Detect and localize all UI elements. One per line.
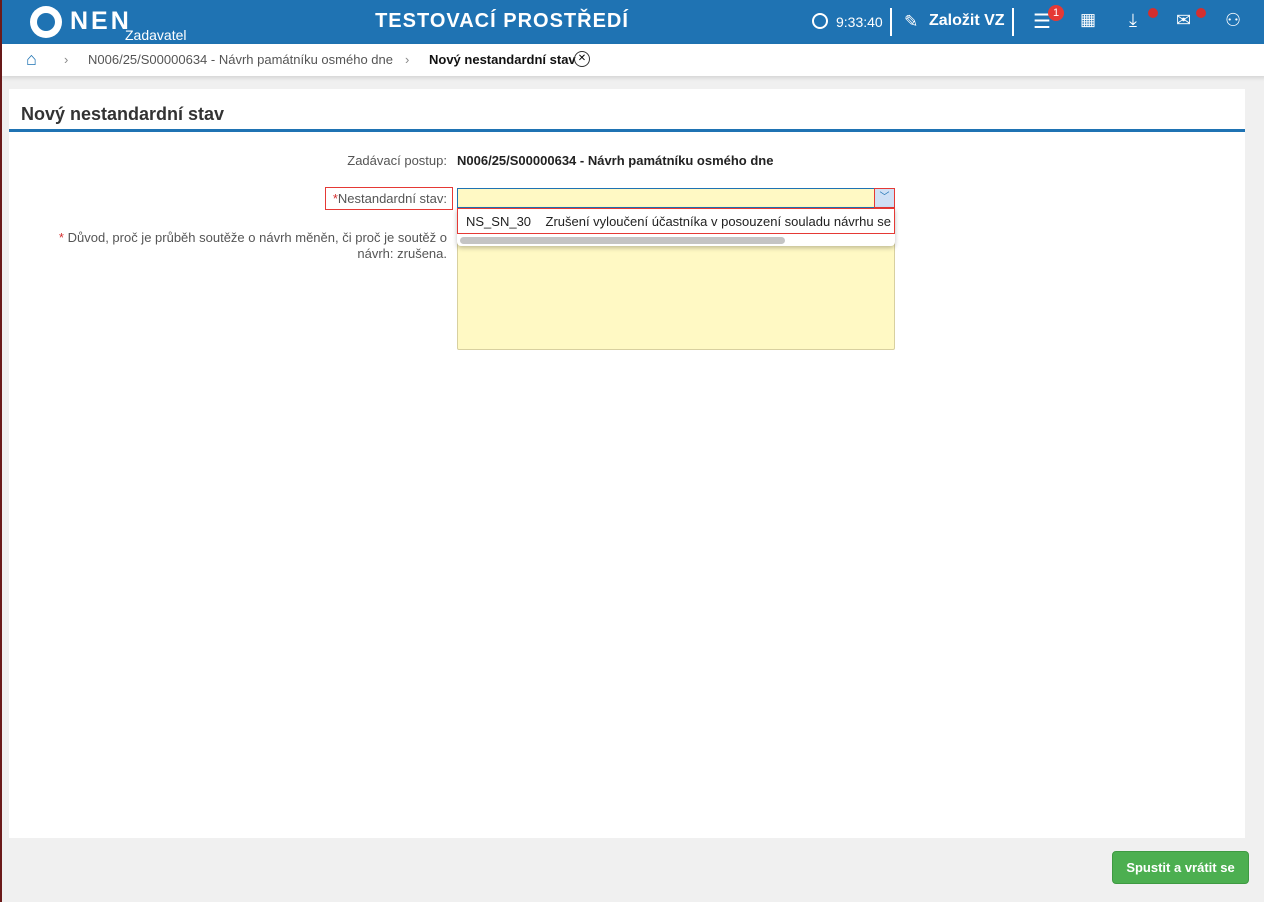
dropdown-option[interactable]: NS_SN_30 Zrušení vyloučení účastníka v p… (457, 208, 895, 234)
user-icon[interactable]: ⚇ (1225, 10, 1241, 31)
chevron-right-icon: › (405, 52, 410, 67)
create-vz-button[interactable]: Založit VZ (929, 12, 1005, 30)
procedure-value: N006/25/S00000634 - Návrh památníku osmé… (457, 153, 774, 168)
divider (1012, 8, 1014, 36)
reason-label: * Důvod, proč je průběh soutěže o návrh … (29, 230, 447, 262)
submit-and-return-button[interactable]: Spustit a vrátit se (1112, 851, 1249, 884)
edit-icon[interactable]: ✎ (904, 12, 918, 32)
breadcrumb: ⌂ › N006/25/S00000634 - Návrh památníku … (2, 44, 1264, 76)
state-label: *Nestandardní stav: (325, 187, 453, 210)
page-title: Nový nestandardní stav (21, 104, 225, 124)
top-bar: NEN Zadavatel TESTOVACÍ PROSTŘEDÍ 9:33:4… (2, 0, 1264, 44)
session-time: 9:33:40 (836, 14, 883, 30)
mail-icon[interactable]: ✉ (1176, 10, 1191, 31)
calendar-icon[interactable]: ▦ (1080, 10, 1096, 30)
breadcrumb-current: Nový nestandardní stav (429, 52, 576, 67)
reason-textarea[interactable] (457, 239, 895, 350)
download-dot (1148, 8, 1158, 18)
option-code: NS_SN_30 (466, 214, 532, 229)
divider (890, 8, 892, 36)
form-panel: Nový nestandardní stav Zadávací postup: … (9, 89, 1245, 838)
reason-label-text: Důvod, proč je průběh soutěže o návrh mě… (67, 230, 447, 261)
horizontal-scrollbar[interactable] (460, 237, 785, 244)
state-label-text: Nestandardní stav: (337, 191, 447, 206)
home-icon[interactable]: ⌂ (26, 49, 37, 70)
clock-icon (812, 13, 828, 29)
mail-dot (1196, 8, 1206, 18)
chevron-down-icon[interactable]: ﹀ (874, 188, 895, 208)
breadcrumb-procedure[interactable]: N006/25/S00000634 - Návrh památníku osmé… (88, 52, 393, 67)
title-underline (9, 129, 1245, 132)
option-text: Zrušení vyloučení účastníka v posouzení … (545, 214, 895, 229)
required-mark: * (58, 230, 64, 245)
state-dropdown-list: NS_SN_30 Zrušení vyloučení účastníka v p… (457, 208, 895, 246)
procedure-label: Zadávací postup: (347, 153, 447, 168)
close-icon[interactable]: ✕ (574, 51, 590, 67)
download-icon[interactable]: ⤓ (1129, 10, 1137, 31)
chevron-right-icon: › (64, 52, 69, 67)
notification-badge: 1 (1048, 5, 1064, 21)
state-select[interactable]: ﹀ (457, 188, 895, 208)
